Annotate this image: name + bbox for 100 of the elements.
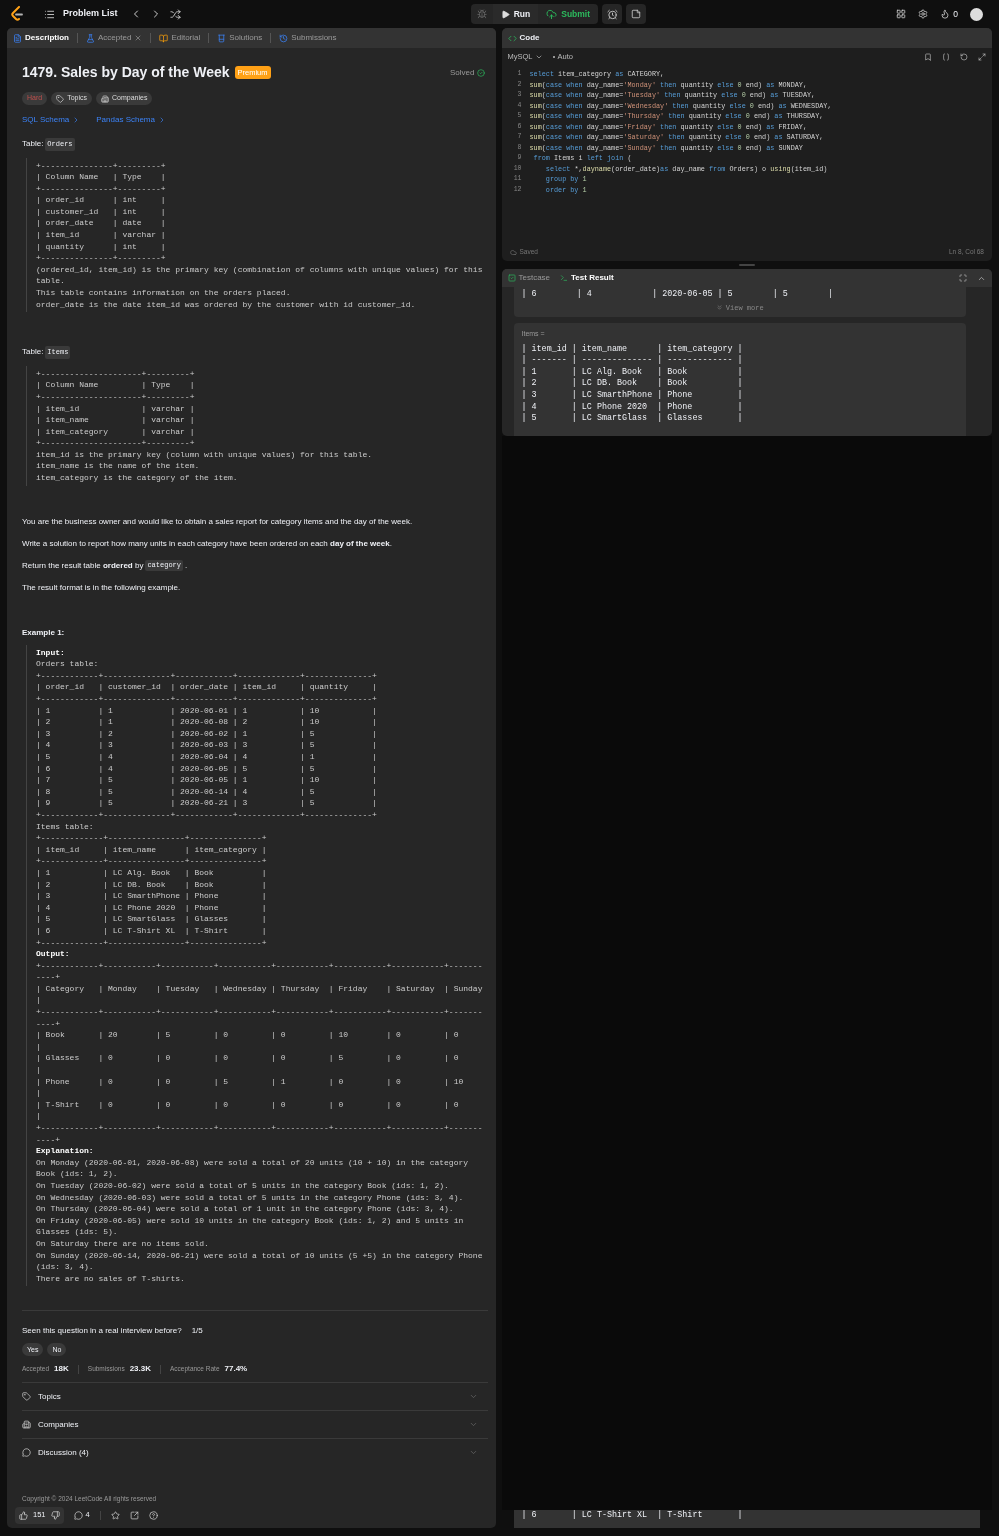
panel-tab[interactable]: Testcase bbox=[507, 272, 551, 284]
code-line: | 4 | 3 | 2020-06-03 | 3 | 5 | bbox=[36, 739, 378, 751]
speech-bubble-icon bbox=[22, 1448, 31, 1458]
note-icon bbox=[631, 9, 642, 19]
flask-icon bbox=[86, 33, 95, 43]
help-icon[interactable] bbox=[148, 1510, 158, 1520]
stat-value: 18K bbox=[54, 1363, 69, 1376]
paragraph-text: Return the result table ordered by bbox=[22, 559, 144, 571]
code-line: (ordered_id, item_id) is the primary key (combination of columns with unique values) for this table. bbox=[36, 263, 484, 288]
code-line: | 7 | 5 | 2020-06-05 | 1 | 10 | bbox=[36, 774, 378, 786]
code-line: +---------------------+---------+ bbox=[36, 390, 196, 403]
building-icon bbox=[101, 94, 110, 103]
code-line: On Monday (2020-06-01, 2020-06-08) were sold a total of 20 units (10 + 10) in the category Book (ids: 1, 2). bbox=[36, 1156, 470, 1180]
alarm-clock-button[interactable] bbox=[602, 4, 623, 24]
stat-value: 77.4% bbox=[224, 1363, 248, 1376]
code-line: item_name is the name of the item. bbox=[36, 460, 201, 473]
interview-question: Seen this question in a real interview before? bbox=[22, 1325, 182, 1338]
code-line: | 9 | 5 | 2020-06-21 | 3 | 5 | bbox=[36, 797, 378, 809]
comment-icon[interactable] bbox=[73, 1510, 83, 1520]
code-line: | 2 | LC DB. Book | Book | bbox=[36, 878, 268, 891]
code-line: ----+ bbox=[36, 1133, 61, 1146]
thumbs-down-icon[interactable] bbox=[50, 1510, 60, 1520]
code-line: +------------+-----------+-----------+-----------+-----------+-----------+-----------+------- bbox=[36, 1006, 484, 1018]
code-line: | 4 | LC Phone 2020 | Phone | bbox=[36, 901, 268, 914]
solved-status: Solved bbox=[450, 66, 475, 79]
code-line: | bbox=[36, 994, 42, 1007]
code-line: +---------------------+---------+ bbox=[36, 437, 196, 449]
accordion-title: Companies bbox=[38, 1418, 80, 1431]
accordion-item[interactable]: Companies bbox=[22, 1410, 488, 1439]
tag-icon bbox=[22, 1392, 31, 1402]
run-button[interactable]: Run bbox=[492, 4, 539, 24]
table-label: Table: bbox=[22, 138, 44, 151]
code-line: +-------------+----------------+---------------+ bbox=[36, 855, 268, 867]
code-icon bbox=[507, 33, 517, 43]
code-line: | Column Name | Type | bbox=[36, 171, 167, 183]
code-line: +---------------+---------+ bbox=[36, 159, 167, 172]
grid-icon[interactable] bbox=[896, 9, 907, 19]
code-line: | Category | Monday | Tuesday | Wednesday | Thursday | Friday | Saturday | Sunday bbox=[36, 982, 484, 995]
code-line: | customer_id | int | bbox=[36, 205, 167, 218]
chevron-right-icon bbox=[158, 116, 166, 124]
settings-icon[interactable] bbox=[918, 9, 929, 19]
panel-tab[interactable]: Editorial bbox=[159, 32, 201, 44]
reset-icon[interactable] bbox=[960, 53, 968, 61]
schema-link[interactable]: SQL Schema bbox=[22, 114, 70, 126]
paragraph-text: Write a solution to report how many units in each category have been ordered on each day of the week. bbox=[22, 537, 392, 549]
schema-link[interactable]: Pandas Schema bbox=[96, 114, 155, 126]
code-line: +-------------+----------------+---------------+ bbox=[36, 936, 268, 949]
maximize-icon[interactable] bbox=[959, 274, 967, 282]
panel-tab[interactable]: Submissions bbox=[279, 32, 337, 44]
code-line: +------------+--------------+------------+-------------+--------------+ bbox=[36, 693, 378, 705]
panel-tab[interactable]: Solutions bbox=[217, 32, 263, 44]
cloud-icon bbox=[509, 248, 517, 256]
code-line: | 1 | 1 | 2020-06-01 | 1 | 10 | bbox=[36, 704, 378, 717]
code-line: On Sunday (2020-06-14, 2020-06-21) were sold a total of 10 units (5 +5) in the category Phone (ids: 3, 4). bbox=[36, 1249, 484, 1273]
document-icon bbox=[13, 33, 22, 43]
check-circle-icon bbox=[476, 68, 485, 77]
star-icon[interactable] bbox=[110, 1510, 120, 1520]
shuffle-icon[interactable] bbox=[169, 8, 181, 20]
code-line: | 4 | LC Phone 2020 | Phone | bbox=[521, 401, 744, 413]
logo-icon[interactable] bbox=[10, 6, 24, 22]
code-line: | order_date | date | bbox=[36, 217, 167, 230]
terminal-icon bbox=[560, 274, 569, 282]
code-line: +-------------+----------------+---------------+ bbox=[36, 832, 268, 844]
accordion-item[interactable]: Discussion (4) bbox=[22, 1438, 488, 1467]
code-line: This table contains information on the orders placed. bbox=[36, 287, 292, 299]
close-icon[interactable] bbox=[134, 34, 143, 42]
code-line: | Glasses | 0 | 0 | 0 | 0 | 5 | 0 | 0 bbox=[36, 1052, 460, 1065]
expand-icon[interactable] bbox=[978, 53, 986, 61]
code-line: | 1 | LC Alg. Book | Book | bbox=[521, 366, 744, 378]
code-line: | 2 | 1 | 2020-06-08 | 2 | 10 | bbox=[36, 716, 378, 728]
panel-tab[interactable]: Accepted bbox=[86, 32, 143, 44]
code-line: | 3 | LC SmarthPhone | Phone | bbox=[36, 890, 268, 902]
thumbs-up-icon[interactable] bbox=[19, 1510, 28, 1520]
section-heading: Output: bbox=[36, 948, 71, 960]
braces-icon[interactable] bbox=[942, 53, 950, 61]
book-icon bbox=[159, 33, 169, 43]
accordion-item[interactable]: Topics bbox=[22, 1382, 488, 1411]
flame-icon bbox=[940, 9, 951, 19]
code-line: ----+ bbox=[36, 1017, 61, 1030]
note-button[interactable] bbox=[626, 4, 647, 24]
code-line: | 5 | LC SmartGlass | Glasses | bbox=[521, 413, 744, 425]
building-icon bbox=[22, 1420, 31, 1430]
bookmark-icon[interactable] bbox=[924, 53, 932, 61]
code-line: | order_id | int | bbox=[36, 194, 167, 206]
code-line: | ------- | -------------- | ------------- | bbox=[521, 355, 744, 367]
panel-tab[interactable]: Test Result bbox=[560, 272, 614, 284]
list-icon[interactable] bbox=[44, 8, 55, 20]
share-icon[interactable] bbox=[129, 1510, 139, 1520]
code-line: | order_id | customer_id | order_date | item_id | quantity | bbox=[36, 681, 378, 694]
panel-tab[interactable]: Description bbox=[13, 32, 69, 44]
problem-list-link[interactable]: Problem List bbox=[63, 7, 118, 21]
code-line: item_category is the category of the item. bbox=[36, 472, 239, 484]
alarm-clock-icon bbox=[606, 8, 618, 20]
accordion-title: Topics bbox=[38, 1390, 62, 1403]
avatar[interactable] bbox=[970, 7, 983, 21]
code-line: Orders table: bbox=[36, 658, 100, 670]
submit-button[interactable]: Submit bbox=[538, 4, 599, 24]
bug-icon[interactable] bbox=[476, 9, 487, 19]
code-line: | 6 | LC T-Shirt XL | T-Shirt | bbox=[521, 1510, 743, 1522]
code-line: On Thursday (2020-06-04) were sold a total of 1 unit in the category Phone (ids: 3, 4). bbox=[36, 1203, 455, 1215]
